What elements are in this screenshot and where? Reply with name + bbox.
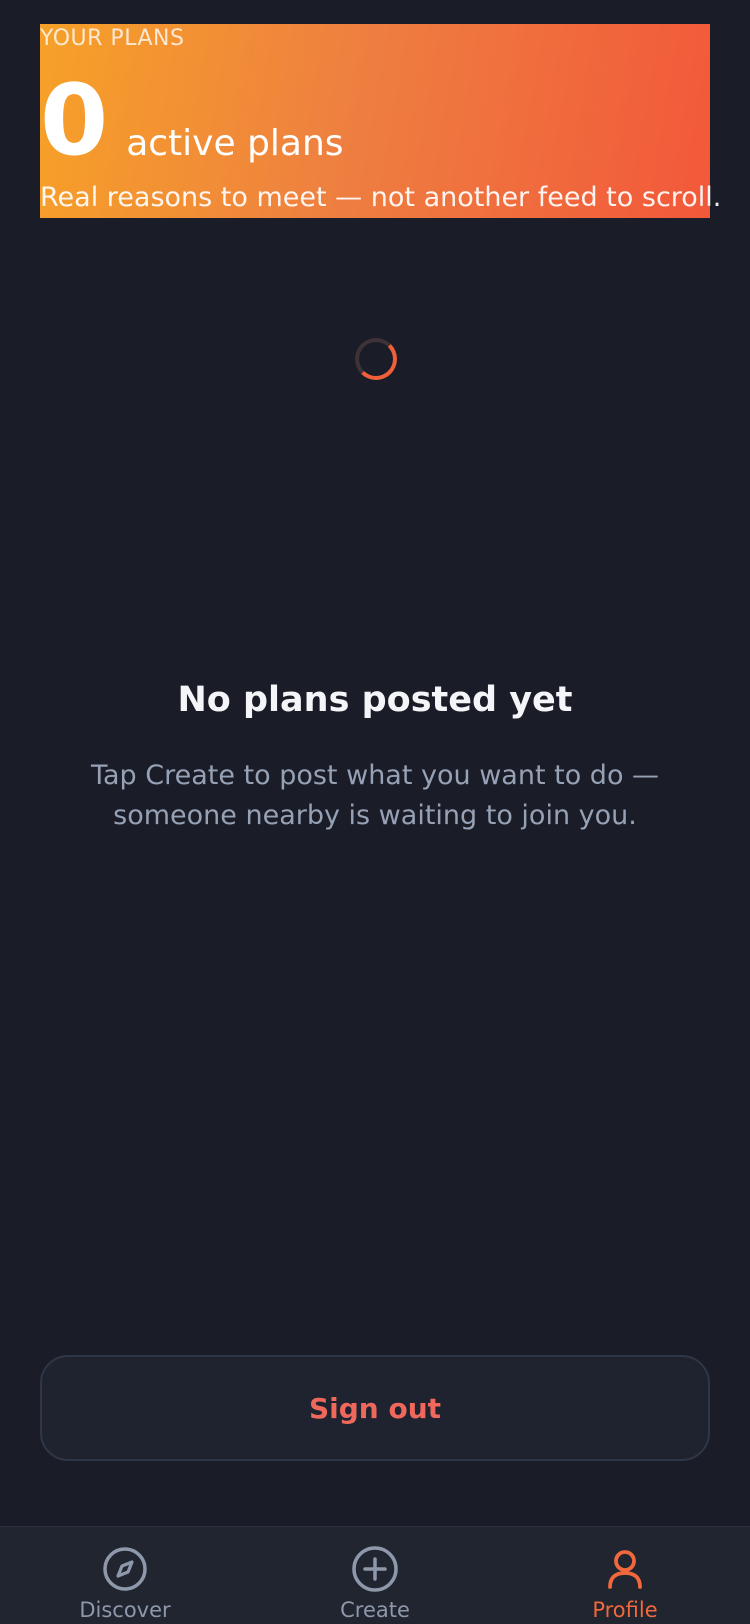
- profile-screen: YOUR PLANS 0 active plans Real reasons t…: [0, 0, 750, 1624]
- plus-circle-icon: [352, 1546, 398, 1592]
- tab-discover[interactable]: Discover: [0, 1527, 250, 1624]
- tab-create[interactable]: Create: [250, 1527, 500, 1624]
- bottom-tab-bar: Discover Create Profile: [0, 1526, 750, 1624]
- tab-profile[interactable]: Profile: [500, 1527, 750, 1624]
- plans-summary-card: YOUR PLANS 0 active plans Real reasons t…: [40, 24, 721, 218]
- empty-state-title: No plans posted yet: [177, 680, 573, 720]
- active-plans-count: 0: [40, 64, 109, 178]
- tab-create-label: Create: [340, 1598, 410, 1622]
- plans-tagline: Real reasons to meet — not another feed …: [40, 182, 722, 213]
- plans-eyebrow: YOUR PLANS: [40, 26, 185, 51]
- sign-out-button[interactable]: Sign out: [40, 1355, 710, 1461]
- active-plans-row: 0 active plans: [40, 72, 344, 170]
- user-icon: [608, 1550, 642, 1589]
- active-plans-label: active plans: [126, 123, 344, 164]
- compass-icon: [103, 1547, 147, 1591]
- tab-discover-label: Discover: [79, 1598, 171, 1622]
- tab-profile-label: Profile: [592, 1598, 658, 1622]
- empty-state-description: Tap Create to post what you want to do —…: [90, 760, 660, 831]
- loading-spinner-icon: [355, 338, 397, 380]
